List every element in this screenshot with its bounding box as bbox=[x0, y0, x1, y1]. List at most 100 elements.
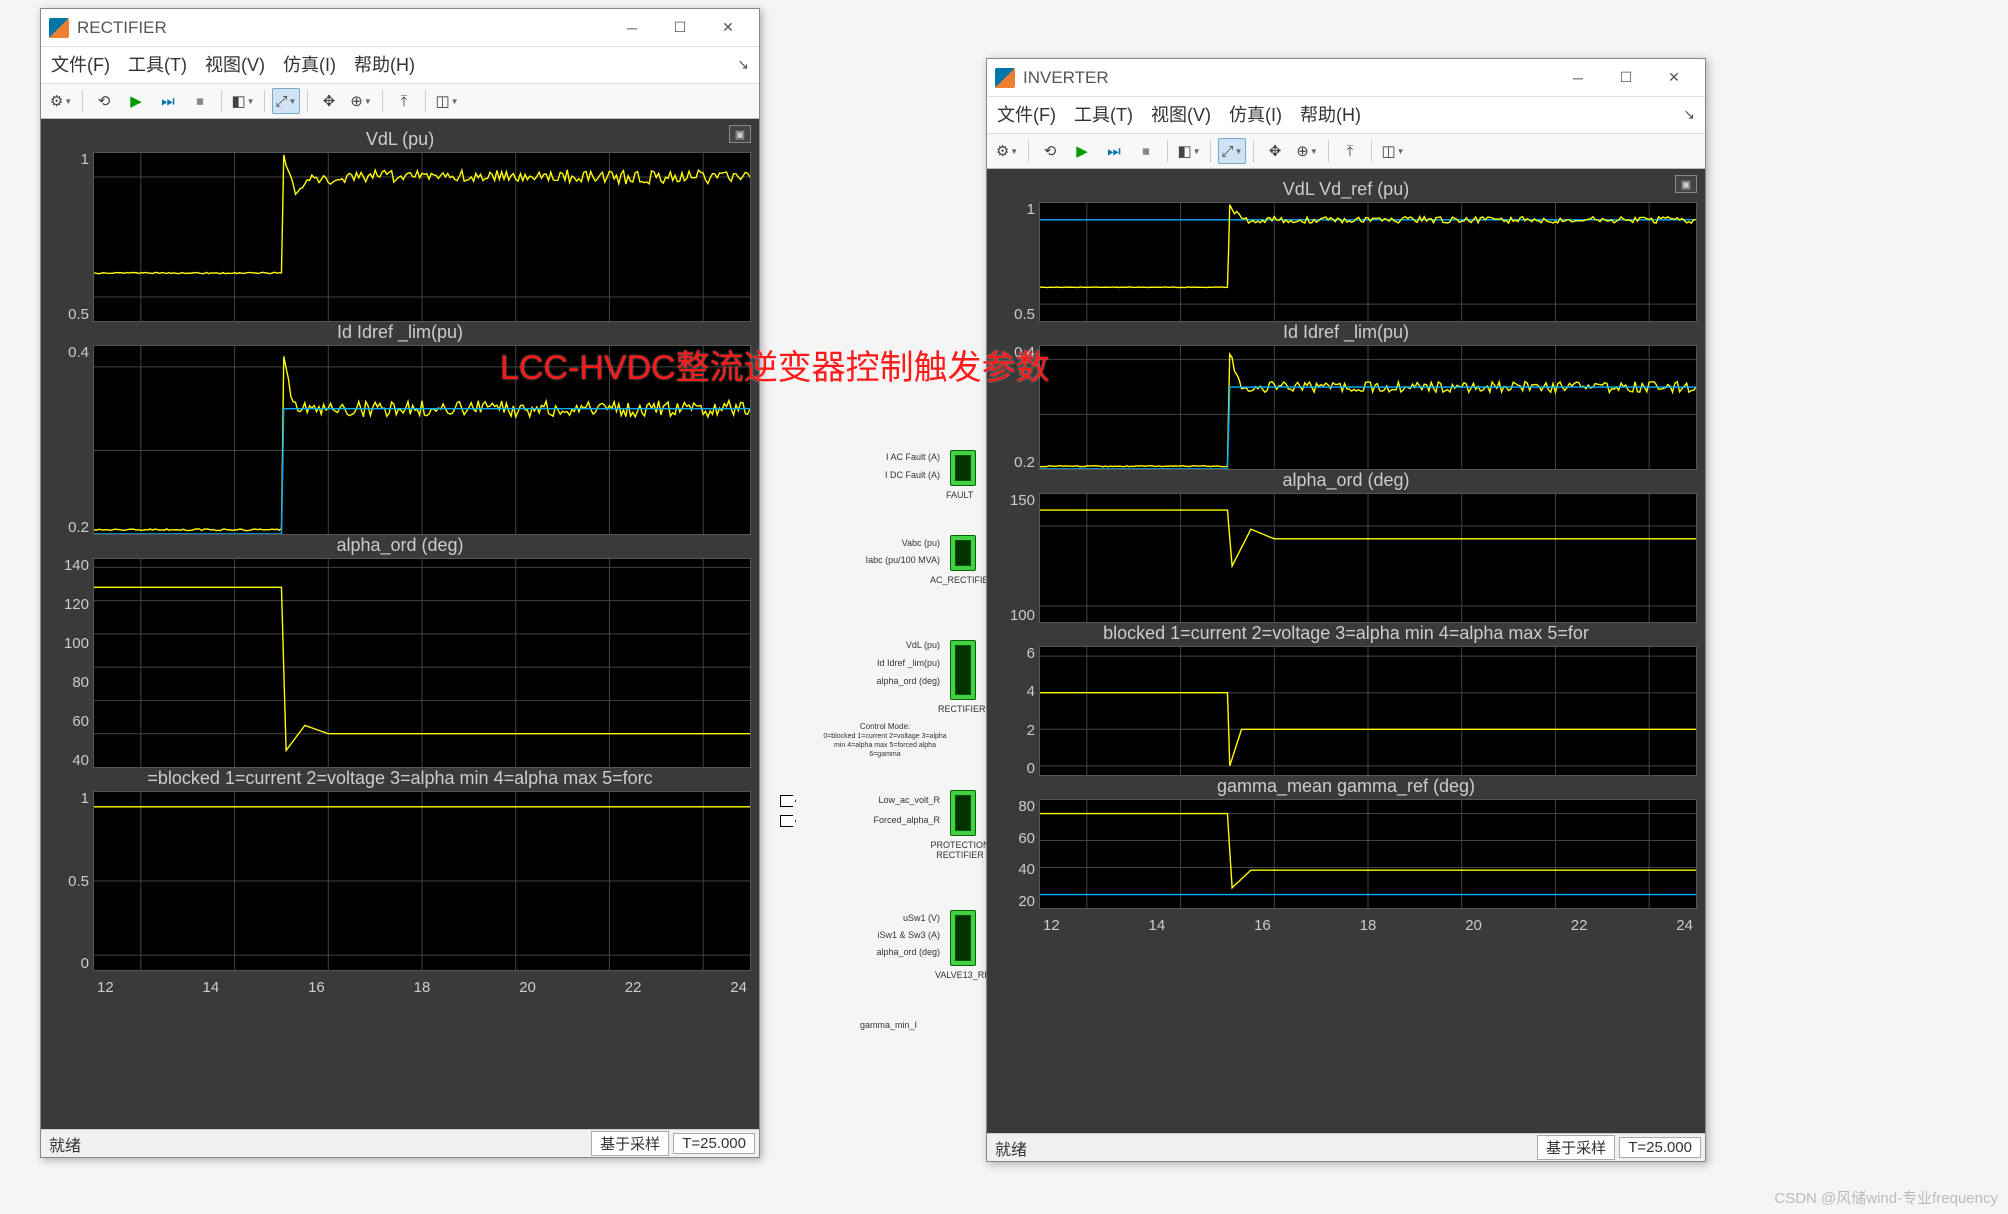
step-forward-button[interactable]: ⏭ bbox=[1100, 138, 1128, 164]
menu-tools[interactable]: 工具(T) bbox=[1074, 101, 1133, 127]
minimize-button[interactable]: ─ bbox=[1555, 63, 1601, 93]
status-time: T=25.000 bbox=[673, 1133, 755, 1154]
plot-canvas[interactable] bbox=[1039, 493, 1697, 623]
menu-view[interactable]: 视图(V) bbox=[1151, 101, 1211, 127]
statusbar: 就绪 基于采样 T=25.000 bbox=[41, 1129, 759, 1157]
menu-simulation[interactable]: 仿真(I) bbox=[1229, 101, 1282, 127]
plot-canvas[interactable] bbox=[1039, 646, 1697, 776]
zoom-button[interactable]: ⤢▼ bbox=[1218, 138, 1246, 164]
restart-button[interactable]: ⟲ bbox=[90, 88, 118, 114]
scope-plots-area: ▣ VdL (pu)10.5Id Idref _lim(pu)0.40.2alp… bbox=[41, 119, 759, 1129]
menu-file[interactable]: 文件(F) bbox=[997, 101, 1056, 127]
menu-help[interactable]: 帮助(H) bbox=[354, 51, 415, 77]
y-axis-ticks: 150100 bbox=[995, 493, 1039, 623]
close-button[interactable]: ✕ bbox=[1651, 63, 1697, 93]
plot: gamma_mean gamma_ref (deg)80604020 bbox=[995, 776, 1697, 909]
matlab-icon bbox=[49, 18, 69, 38]
y-axis-ticks: 6420 bbox=[995, 646, 1039, 776]
plot-canvas[interactable] bbox=[93, 791, 751, 971]
plot-title: alpha_ord (deg) bbox=[995, 470, 1697, 491]
menu-file[interactable]: 文件(F) bbox=[51, 51, 110, 77]
triggers-button[interactable]: ⤒ bbox=[390, 88, 418, 114]
settings-button[interactable]: ⚙▼ bbox=[993, 138, 1021, 164]
plot-title: alpha_ord (deg) bbox=[49, 535, 751, 556]
status-ready: 就绪 bbox=[41, 1132, 591, 1156]
titlebar[interactable]: INVERTER ─ ☐ ✕ bbox=[987, 59, 1705, 97]
zoom-button[interactable]: ⤢▼ bbox=[272, 88, 300, 114]
y-axis-ticks: 80604020 bbox=[995, 799, 1039, 909]
scope-plots-area: ▣ VdL Vd_ref (pu)10.5Id Idref _lim(pu)0.… bbox=[987, 169, 1705, 1133]
plot: alpha_ord (deg)140120100806040 bbox=[49, 535, 751, 768]
maximize-button[interactable]: ☐ bbox=[657, 13, 703, 43]
plot-canvas[interactable] bbox=[1039, 799, 1697, 909]
plot: Id Idref _lim(pu)0.40.2 bbox=[995, 322, 1697, 470]
stop-button[interactable]: ⏹ bbox=[1132, 138, 1160, 164]
plot: VdL Vd_ref (pu)10.5 bbox=[995, 179, 1697, 322]
settings-button[interactable]: ⚙▼ bbox=[47, 88, 75, 114]
pan-button[interactable]: ✥ bbox=[1261, 138, 1289, 164]
menu-help[interactable]: 帮助(H) bbox=[1300, 101, 1361, 127]
plot-title: blocked 1=current 2=voltage 3=alpha min … bbox=[995, 623, 1697, 644]
plot: alpha_ord (deg)150100 bbox=[995, 470, 1697, 623]
toolbar: ⚙▼ ⟲ ▶ ⏭ ⏹ ◧▼ ⤢▼ ✥ ⊕▼ ⤒ ◫▼ bbox=[987, 133, 1705, 169]
maximize-axes-icon[interactable]: ▣ bbox=[1675, 175, 1697, 193]
close-button[interactable]: ✕ bbox=[705, 13, 751, 43]
autoscale-button[interactable]: ⊕▼ bbox=[347, 88, 375, 114]
x-axis-ticks: 12141618202224 bbox=[1039, 915, 1697, 934]
plot-title: Id Idref _lim(pu) bbox=[995, 322, 1697, 343]
y-axis-ticks: 0.40.2 bbox=[49, 345, 93, 535]
menubar: 文件(F) 工具(T) 视图(V) 仿真(I) 帮助(H) ↘ bbox=[987, 97, 1705, 133]
menu-view[interactable]: 视图(V) bbox=[205, 51, 265, 77]
rectifier-scope-window: RECTIFIER ─ ☐ ✕ 文件(F) 工具(T) 视图(V) 仿真(I) … bbox=[40, 8, 760, 1158]
menu-simulation[interactable]: 仿真(I) bbox=[283, 51, 336, 77]
maximize-axes-icon[interactable]: ▣ bbox=[729, 125, 751, 143]
annotation-overlay-text: LCC-HVDC整流逆变器控制触发参数 bbox=[500, 340, 1050, 389]
toolbar: ⚙▼ ⟲ ▶ ⏭ ⏹ ◧▼ ⤢▼ ✥ ⊕▼ ⤒ ◫▼ bbox=[41, 83, 759, 119]
restart-button[interactable]: ⟲ bbox=[1036, 138, 1064, 164]
y-axis-ticks: 10.50 bbox=[49, 791, 93, 971]
simulink-model-fragment: I AC Fault (A) I DC Fault (A) FAULT Vabc… bbox=[760, 430, 1000, 1150]
autoscale-button[interactable]: ⊕▼ bbox=[1293, 138, 1321, 164]
plot-title: VdL (pu) bbox=[49, 129, 751, 150]
highlight-button[interactable]: ◧▼ bbox=[1175, 138, 1203, 164]
run-button[interactable]: ▶ bbox=[1068, 138, 1096, 164]
stop-button[interactable]: ⏹ bbox=[186, 88, 214, 114]
y-axis-ticks: 10.5 bbox=[49, 152, 93, 322]
matlab-icon bbox=[995, 68, 1015, 88]
y-axis-ticks: 140120100806040 bbox=[49, 558, 93, 768]
status-ready: 就绪 bbox=[987, 1136, 1537, 1160]
plot-canvas[interactable] bbox=[93, 152, 751, 322]
dock-icon[interactable]: ↘ bbox=[737, 56, 749, 73]
plot-title: VdL Vd_ref (pu) bbox=[995, 179, 1697, 200]
window-title: RECTIFIER bbox=[77, 18, 609, 38]
run-button[interactable]: ▶ bbox=[122, 88, 150, 114]
measurements-button[interactable]: ◫▼ bbox=[433, 88, 461, 114]
minimize-button[interactable]: ─ bbox=[609, 13, 655, 43]
triggers-button[interactable]: ⤒ bbox=[1336, 138, 1364, 164]
x-axis-ticks: 12141618202224 bbox=[93, 977, 751, 996]
status-time: T=25.000 bbox=[1619, 1137, 1701, 1158]
window-title: INVERTER bbox=[1023, 68, 1555, 88]
step-forward-button[interactable]: ⏭ bbox=[154, 88, 182, 114]
menubar: 文件(F) 工具(T) 视图(V) 仿真(I) 帮助(H) ↘ bbox=[41, 47, 759, 83]
plot-canvas[interactable] bbox=[1039, 202, 1697, 322]
highlight-button[interactable]: ◧▼ bbox=[229, 88, 257, 114]
plot-canvas[interactable] bbox=[93, 558, 751, 768]
maximize-button[interactable]: ☐ bbox=[1603, 63, 1649, 93]
plot: blocked 1=current 2=voltage 3=alpha min … bbox=[995, 623, 1697, 776]
plot-canvas[interactable] bbox=[1039, 345, 1697, 470]
csdn-watermark: CSDN @风储wind-专业frequency bbox=[1774, 1187, 1998, 1208]
plot-title: =blocked 1=current 2=voltage 3=alpha min… bbox=[49, 768, 751, 789]
plot-title: gamma_mean gamma_ref (deg) bbox=[995, 776, 1697, 797]
measurements-button[interactable]: ◫▼ bbox=[1379, 138, 1407, 164]
plot: VdL (pu)10.5 bbox=[49, 129, 751, 322]
menu-tools[interactable]: 工具(T) bbox=[128, 51, 187, 77]
status-sample-mode: 基于采样 bbox=[1537, 1135, 1615, 1160]
pan-button[interactable]: ✥ bbox=[315, 88, 343, 114]
titlebar[interactable]: RECTIFIER ─ ☐ ✕ bbox=[41, 9, 759, 47]
dock-icon[interactable]: ↘ bbox=[1683, 106, 1695, 123]
inverter-scope-window: INVERTER ─ ☐ ✕ 文件(F) 工具(T) 视图(V) 仿真(I) 帮… bbox=[986, 58, 1706, 1162]
plot: =blocked 1=current 2=voltage 3=alpha min… bbox=[49, 768, 751, 971]
statusbar: 就绪 基于采样 T=25.000 bbox=[987, 1133, 1705, 1161]
y-axis-ticks: 10.5 bbox=[995, 202, 1039, 322]
